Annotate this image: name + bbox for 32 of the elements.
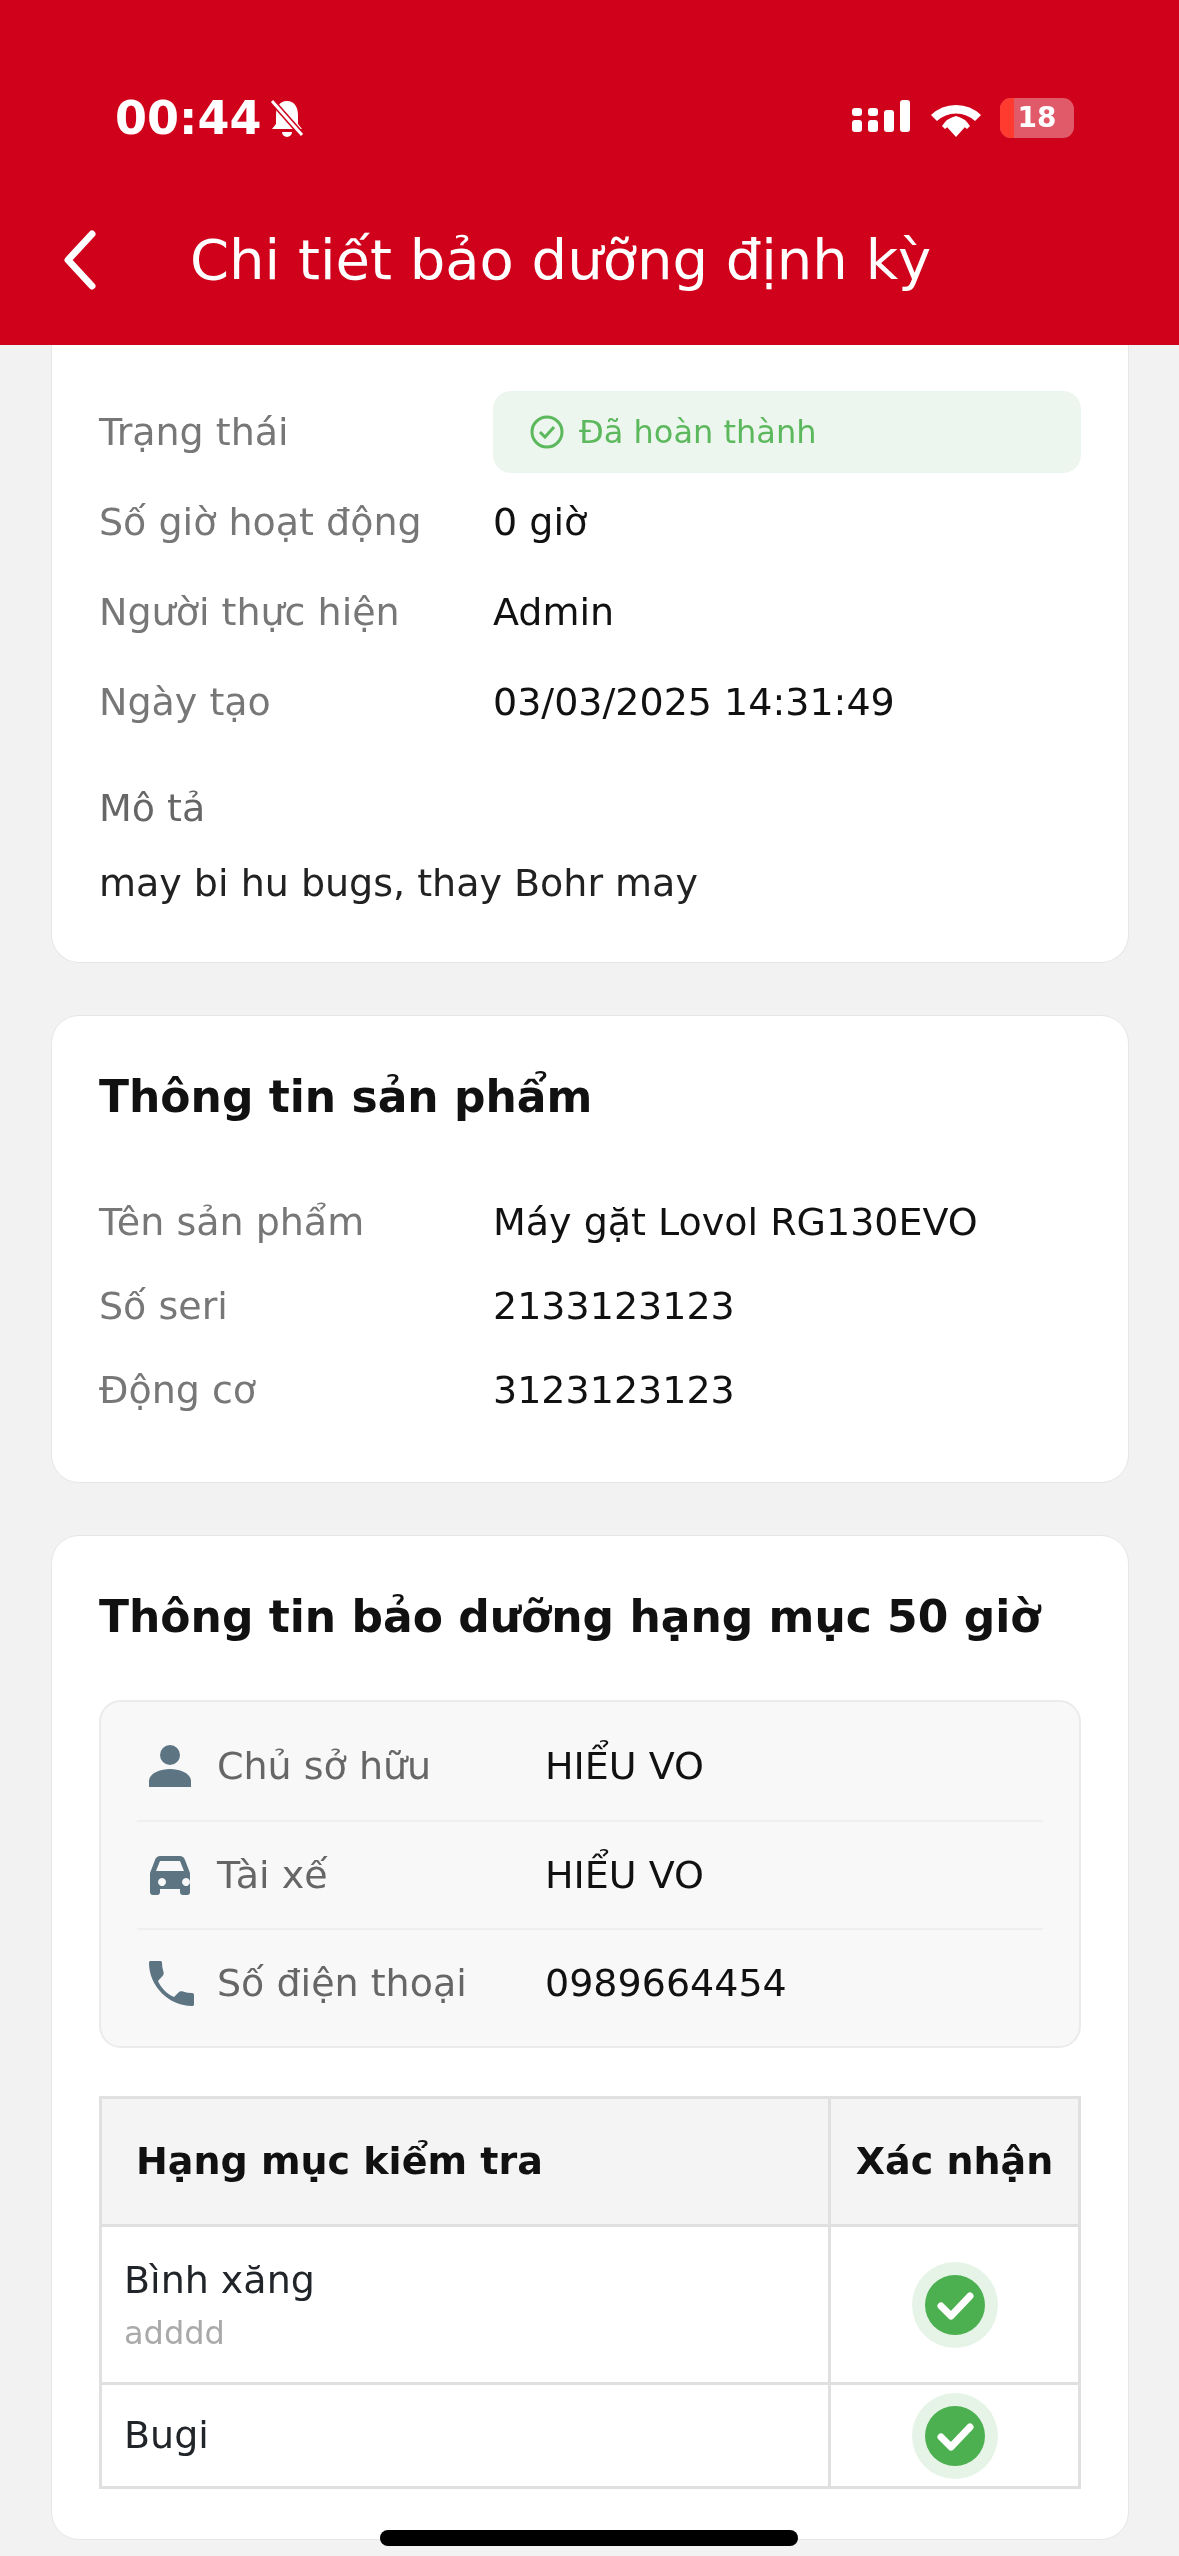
card-title: Thông tin sản phẩm [99, 1070, 594, 1124]
column-header: Xác nhận [829, 2097, 1080, 2226]
back-icon[interactable] [62, 230, 98, 290]
column-header: Hạng mục kiểm tra [100, 2097, 830, 2226]
field-value: 3123123123 [493, 1366, 735, 1414]
item-name: Bình xăng [124, 2257, 316, 2304]
field-value: 2133123123 [493, 1282, 735, 1330]
field-value: HIỂU VO [545, 1846, 704, 1904]
item-note: adddd [124, 2313, 226, 2354]
field-value: Máy gặt Lovol RG130EVO [493, 1198, 978, 1246]
field-value: HIỂU VO [545, 1737, 704, 1795]
card-title: Thông tin bảo dưỡng hạng mục 50 giờ [99, 1590, 1043, 1644]
field-label: Người thực hiện [99, 588, 401, 636]
field-label: Tài xế [217, 1851, 329, 1899]
field-value: 0 giờ [493, 498, 588, 546]
field-label: Tên sản phẩm [99, 1198, 366, 1246]
description-label: Mô tả [99, 785, 207, 832]
clock-time: 00:44 [115, 94, 262, 141]
field-label: Động cơ [99, 1366, 258, 1414]
field-label: Số điện thoại [217, 1959, 468, 2007]
status-badge: Đã hoàn thành [493, 391, 1081, 473]
description-text: may bi hu bugs, thay Bohr may [99, 860, 699, 907]
field-value: 03/03/2025 14:31:49 [493, 678, 895, 726]
field-value: 0989664454 [545, 1959, 787, 2007]
field-label: Số giờ hoạt động [99, 498, 423, 546]
field-label: Trạng thái [99, 408, 290, 456]
field-label: Số seri [99, 1282, 229, 1330]
field-label: Ngày tạo [99, 678, 272, 726]
field-label: Chủ sở hữu [217, 1742, 433, 1790]
field-value: Admin [493, 588, 615, 636]
battery-indicator: 18 [1000, 97, 1074, 138]
item-name: Bugi [124, 2412, 210, 2459]
